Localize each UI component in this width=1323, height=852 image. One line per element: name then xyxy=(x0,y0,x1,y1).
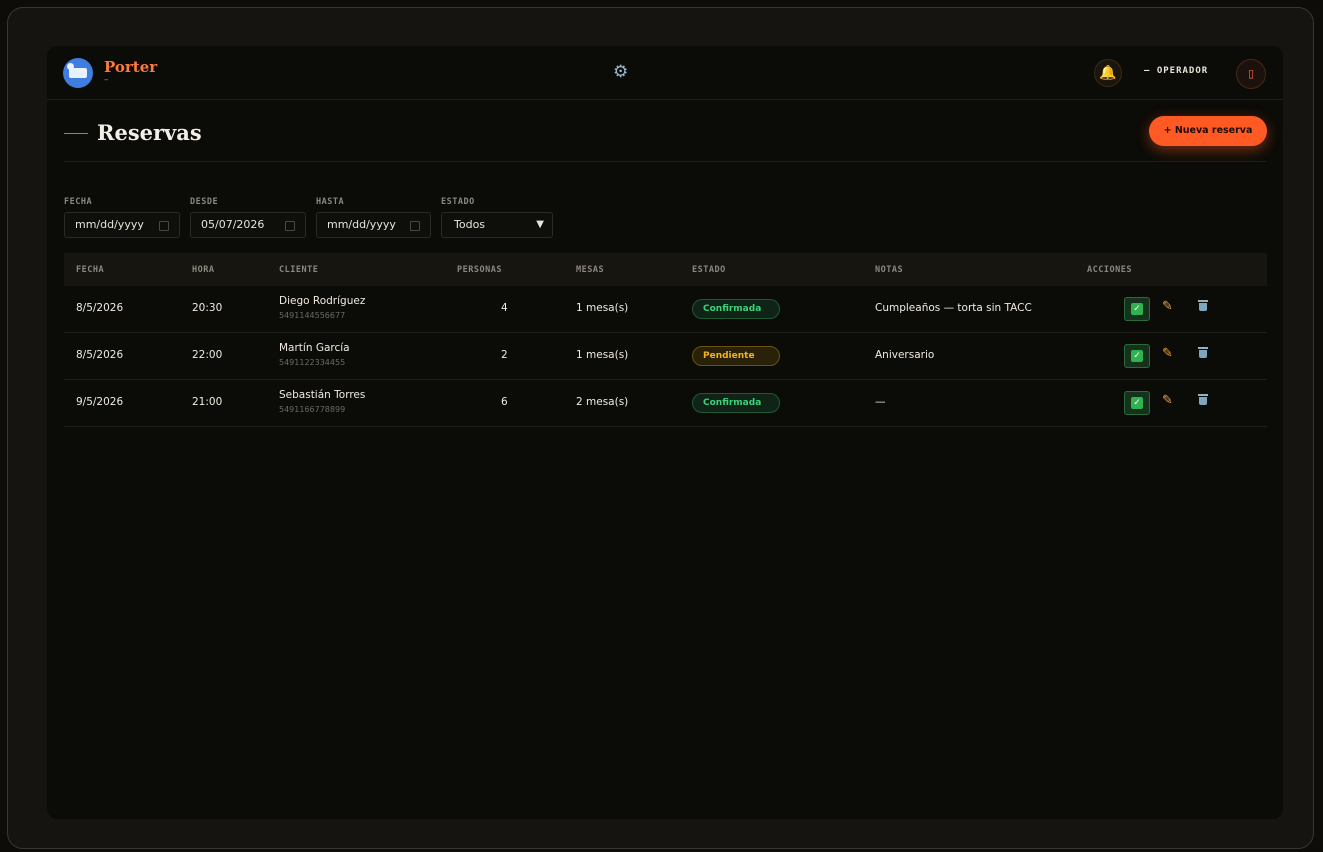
filter-desde-input[interactable]: 05/07/2026 xyxy=(190,212,306,238)
table-row[interactable]: 9/5/2026 21:00 Sebastián Torres 54911667… xyxy=(64,380,1267,427)
cell-telefono: 5491144556677 xyxy=(279,311,346,320)
logout-button[interactable]: ▯ xyxy=(1236,59,1266,89)
calendar-icon[interactable] xyxy=(285,221,295,231)
chevron-down-icon: ▼ xyxy=(536,219,544,230)
cell-telefono: 5491122334455 xyxy=(279,358,346,367)
cell-cliente: Sebastián Torres xyxy=(279,389,366,401)
cell-fecha: 8/5/2026 xyxy=(76,302,124,314)
filter-hasta-value: mm/dd/yyyy xyxy=(327,218,396,231)
col-mesas[interactable]: MESAS xyxy=(576,265,604,275)
filter-fecha-input[interactable]: mm/dd/yyyy xyxy=(64,212,180,238)
filter-estado-select[interactable]: Todos ▼ xyxy=(441,212,553,238)
cell-hora: 21:00 xyxy=(192,396,223,408)
divider xyxy=(64,161,1267,162)
filter-hasta-input[interactable]: mm/dd/yyyy xyxy=(316,212,431,238)
status-badge: Confirmada xyxy=(692,393,780,413)
status-badge: Pendiente xyxy=(692,346,780,366)
calendar-icon[interactable] xyxy=(159,221,169,231)
col-hora[interactable]: HORA xyxy=(192,265,214,275)
pencil-icon[interactable]: ✎ xyxy=(1162,393,1173,408)
trash-icon[interactable] xyxy=(1198,347,1208,358)
cell-notas: — xyxy=(875,396,886,408)
cell-fecha: 9/5/2026 xyxy=(76,396,124,408)
cell-mesas: 1 mesa(s) xyxy=(576,349,629,361)
new-reservation-button[interactable]: + Nueva reserva xyxy=(1149,116,1267,146)
brand-name: Porter xyxy=(104,58,158,76)
filter-estado-value: Todos xyxy=(454,218,486,231)
calendar-icon[interactable] xyxy=(410,221,420,231)
logo[interactable] xyxy=(63,58,93,88)
col-cliente[interactable]: CLIENTE xyxy=(279,265,318,275)
trash-icon[interactable] xyxy=(1198,300,1208,311)
cell-hora: 20:30 xyxy=(192,302,223,314)
col-estado[interactable]: ESTADO xyxy=(692,265,726,275)
check-icon: ✓ xyxy=(1131,350,1143,362)
confirm-button[interactable]: ✓ xyxy=(1124,344,1150,368)
table-header: FECHA HORA CLIENTE PERSONAS MESAS ESTADO… xyxy=(64,253,1267,286)
pencil-icon[interactable]: ✎ xyxy=(1162,299,1173,314)
operator-label: — OPERADOR xyxy=(1144,66,1209,76)
filter-desde-value: 05/07/2026 xyxy=(201,218,265,231)
confirm-button[interactable]: ✓ xyxy=(1124,297,1150,321)
notifications-button[interactable]: 🔔 xyxy=(1094,59,1122,87)
cell-hora: 22:00 xyxy=(192,349,223,361)
filter-fecha-value: mm/dd/yyyy xyxy=(75,218,144,231)
filter-label-estado: ESTADO xyxy=(441,197,475,207)
col-notas[interactable]: NOTAS xyxy=(875,265,903,275)
door-icon: ▯ xyxy=(1247,67,1255,80)
app-window: Porter – ⚙ 🔔 — OPERADOR ▯ Reservas + Nue… xyxy=(47,46,1283,819)
cell-personas: 4 xyxy=(501,302,508,314)
col-personas[interactable]: PERSONAS xyxy=(457,265,502,275)
filter-label-hasta: HASTA xyxy=(316,197,345,207)
table-row[interactable]: 8/5/2026 20:30 Diego Rodríguez 549114455… xyxy=(64,286,1267,333)
logo-desk xyxy=(69,68,87,78)
table-row[interactable]: 8/5/2026 22:00 Martín García 54911223344… xyxy=(64,333,1267,380)
cell-cliente: Diego Rodríguez xyxy=(279,295,366,307)
check-icon: ✓ xyxy=(1131,397,1143,409)
cell-personas: 2 xyxy=(501,349,508,361)
top-bar: Porter – ⚙ 🔔 — OPERADOR ▯ xyxy=(47,46,1283,100)
col-acciones: ACCIONES xyxy=(1087,265,1132,275)
filter-label-desde: DESDE xyxy=(190,197,219,207)
title-accent-line xyxy=(64,133,88,134)
cell-telefono: 5491166778899 xyxy=(279,405,346,414)
brand-subtitle: – xyxy=(104,75,109,85)
trash-icon[interactable] xyxy=(1198,394,1208,405)
cell-mesas: 1 mesa(s) xyxy=(576,302,629,314)
filter-label-fecha: FECHA xyxy=(64,197,93,207)
cell-fecha: 8/5/2026 xyxy=(76,349,124,361)
status-badge: Confirmada xyxy=(692,299,780,319)
pencil-icon[interactable]: ✎ xyxy=(1162,346,1173,361)
col-fecha[interactable]: FECHA xyxy=(76,265,104,275)
gear-icon[interactable]: ⚙ xyxy=(613,62,628,82)
cell-personas: 6 xyxy=(501,396,508,408)
check-icon: ✓ xyxy=(1131,303,1143,315)
cell-notas: Aniversario xyxy=(875,349,935,361)
cell-cliente: Martín García xyxy=(279,342,350,354)
cell-mesas: 2 mesa(s) xyxy=(576,396,629,408)
cell-notas: Cumpleaños — torta sin TACC xyxy=(875,302,1032,314)
bell-icon: 🔔 xyxy=(1099,65,1117,81)
page-title: Reservas xyxy=(97,120,202,145)
confirm-button[interactable]: ✓ xyxy=(1124,391,1150,415)
